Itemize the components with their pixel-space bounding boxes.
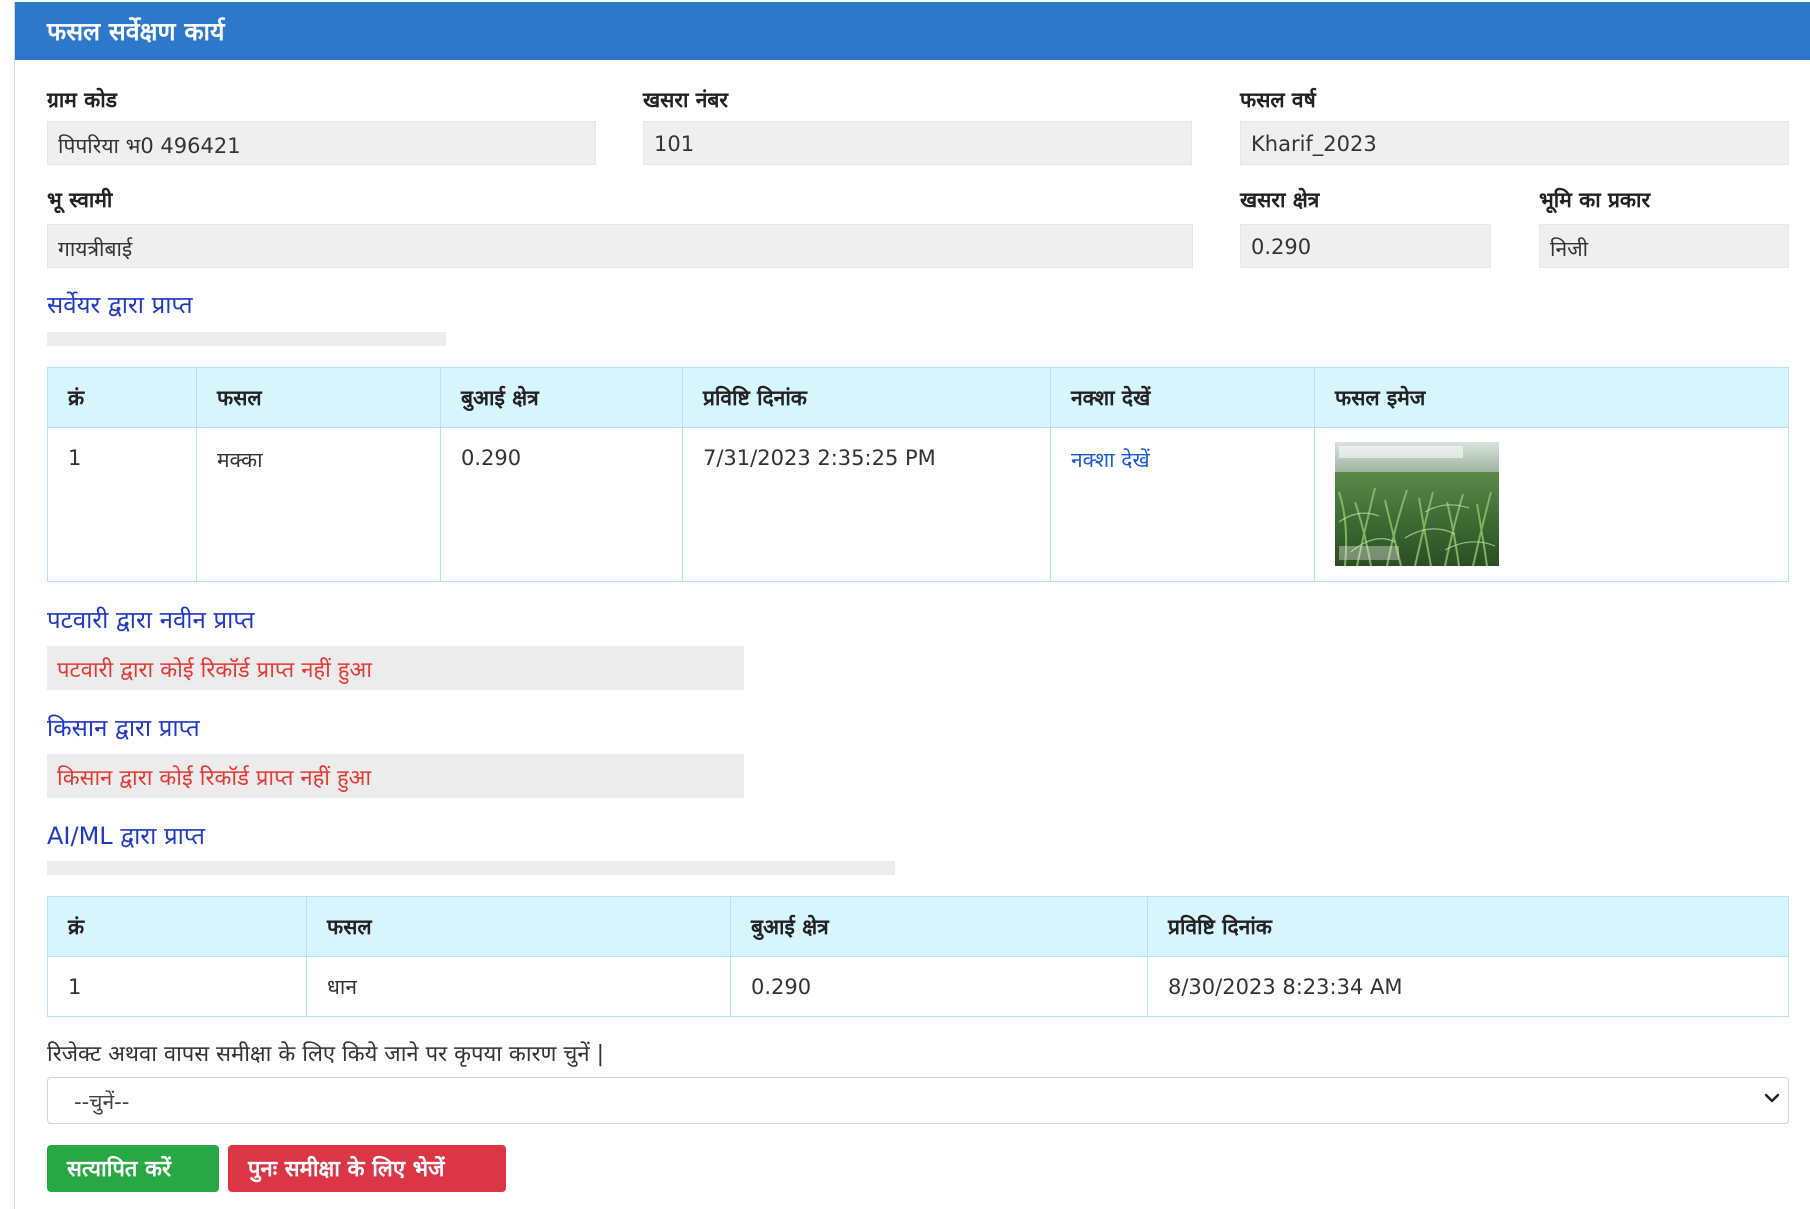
reason-select[interactable]: --चुनें-- bbox=[47, 1077, 1789, 1124]
crop-year-field: Kharif_2023 bbox=[1240, 121, 1789, 165]
cell-area: 0.290 bbox=[440, 427, 683, 582]
view-map-link[interactable]: नक्शा देखें bbox=[1071, 448, 1150, 472]
col-header-map: नक्शा देखें bbox=[1050, 367, 1315, 428]
table-row: 1 धान 0.290 8/30/2023 8:23:34 AM bbox=[47, 956, 1789, 1017]
reason-select-value: --चुनें-- bbox=[74, 1090, 130, 1114]
col-header-date: प्रविष्टि दिनांक bbox=[1147, 896, 1789, 957]
cell-crop: मक्का bbox=[196, 427, 441, 582]
table-header-row: क्रं फसल बुआई क्षेत्र प्रविष्टि दिनांक bbox=[47, 896, 1789, 957]
area-label: खसरा क्षेत्र bbox=[1240, 188, 1320, 212]
gram-code-label: ग्राम कोड bbox=[47, 88, 117, 112]
cell-date: 8/30/2023 8:23:34 AM bbox=[1147, 956, 1789, 1017]
patwari-no-record-message: पटवारी द्वारा कोई रिकॉर्ड प्राप्त नहीं ह… bbox=[47, 646, 744, 690]
chevron-down-icon bbox=[1764, 1093, 1780, 1103]
table-header-row: क्रं फसल बुआई क्षेत्र प्रविष्टि दिनांक न… bbox=[47, 367, 1789, 428]
col-header-sn: क्रं bbox=[47, 367, 197, 428]
col-header-image: फसल इमेज bbox=[1314, 367, 1789, 428]
col-header-crop: फसल bbox=[306, 896, 731, 957]
col-header-crop: फसल bbox=[196, 367, 441, 428]
patwari-section-title: पटवारी द्वारा नवीन प्राप्त bbox=[47, 606, 255, 634]
col-header-date: प्रविष्टि दिनांक bbox=[682, 367, 1051, 428]
col-header-area: बुआई क्षेत्र bbox=[730, 896, 1148, 957]
reason-instruction: रिजेक्ट अथवा वापस समीक्षा के लिए किये जा… bbox=[47, 1042, 605, 1067]
aiml-table: क्रं फसल बुआई क्षेत्र प्रविष्टि दिनांक 1… bbox=[47, 896, 1789, 1017]
verify-button[interactable]: सत्यापित करें bbox=[47, 1145, 219, 1192]
cell-image bbox=[1314, 427, 1789, 582]
land-type-label: भूमि का प्रकार bbox=[1539, 188, 1651, 212]
crop-year-label: फसल वर्ष bbox=[1240, 88, 1316, 112]
gram-code-field: पिपरिया भ0 496421 bbox=[47, 121, 596, 165]
cell-area: 0.290 bbox=[730, 956, 1148, 1017]
owner-label: भू स्वामी bbox=[47, 188, 113, 212]
surveyor-table: क्रं फसल बुआई क्षेत्र प्रविष्टि दिनांक न… bbox=[47, 367, 1789, 582]
cell-crop: धान bbox=[306, 956, 731, 1017]
area-field: 0.290 bbox=[1240, 224, 1491, 268]
col-header-area: बुआई क्षेत्र bbox=[440, 367, 683, 428]
surveyor-divider bbox=[47, 332, 446, 346]
cell-map: नक्शा देखें bbox=[1050, 427, 1315, 582]
owner-field: गायत्रीबाई bbox=[47, 224, 1193, 268]
panel-title: फसल सर्वेक्षण कार्य bbox=[15, 2, 1810, 60]
surveyor-section-title: सर्वेयर द्वारा प्राप्त bbox=[47, 291, 193, 319]
crop-photo[interactable] bbox=[1335, 442, 1499, 566]
land-type-field: निजी bbox=[1539, 224, 1789, 268]
farmer-section-title: किसान द्वारा प्राप्त bbox=[47, 714, 200, 742]
khasra-field: 101 bbox=[643, 121, 1192, 165]
khasra-label: खसरा नंबर bbox=[643, 88, 728, 112]
col-header-sn: क्रं bbox=[47, 896, 307, 957]
crop-survey-panel: फसल सर्वेक्षण कार्य bbox=[14, 2, 1810, 1209]
table-row: 1 मक्का 0.290 7/31/2023 2:35:25 PM नक्शा… bbox=[47, 427, 1789, 582]
farmer-no-record-message: किसान द्वारा कोई रिकॉर्ड प्राप्त नहीं हु… bbox=[47, 754, 744, 798]
cell-sn: 1 bbox=[47, 956, 307, 1017]
aiml-divider bbox=[47, 861, 895, 875]
send-for-review-button[interactable]: पुनः समीक्षा के लिए भेजें bbox=[228, 1145, 506, 1192]
cell-date: 7/31/2023 2:35:25 PM bbox=[682, 427, 1051, 582]
cell-sn: 1 bbox=[47, 427, 197, 582]
aiml-section-title: AI/ML द्वारा प्राप्त bbox=[47, 822, 205, 850]
